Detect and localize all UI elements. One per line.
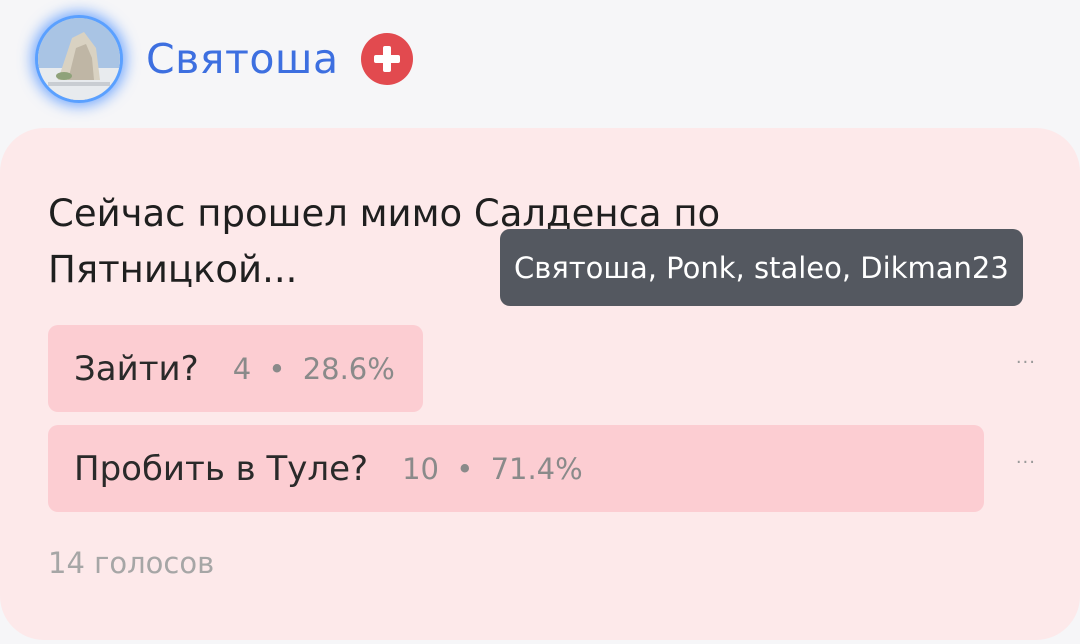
plus-cross-icon — [360, 33, 413, 85]
option-count: 4 — [232, 351, 252, 386]
option-separator: • — [456, 451, 474, 486]
option-count: 10 — [402, 451, 440, 486]
voters-tooltip: Святоша, Ponk, staleo, Dikman23 — [500, 229, 1023, 306]
option-stats: 4 • 28.6% — [233, 352, 395, 386]
option-percent: 28.6% — [302, 351, 395, 386]
option-separator: • — [268, 351, 286, 386]
option-label: Зайти? — [74, 348, 199, 389]
option-stats: 10 • 71.4% — [402, 452, 583, 486]
post-header: Святоша — [38, 18, 413, 100]
more-icon[interactable]: ··· — [1016, 352, 1036, 373]
total-votes: 14 голосов — [48, 546, 215, 580]
more-icon[interactable]: ··· — [1016, 452, 1036, 473]
option-percent: 71.4% — [490, 451, 583, 486]
avatar[interactable] — [38, 18, 120, 100]
poll-option[interactable]: Пробить в Туле? 10 • 71.4% — [48, 425, 984, 512]
avatar-photo-icon — [38, 18, 120, 100]
poll-option[interactable]: Зайти? 4 • 28.6% — [48, 325, 423, 412]
author-name[interactable]: Святоша — [146, 35, 339, 83]
option-label: Пробить в Туле? — [74, 448, 369, 489]
